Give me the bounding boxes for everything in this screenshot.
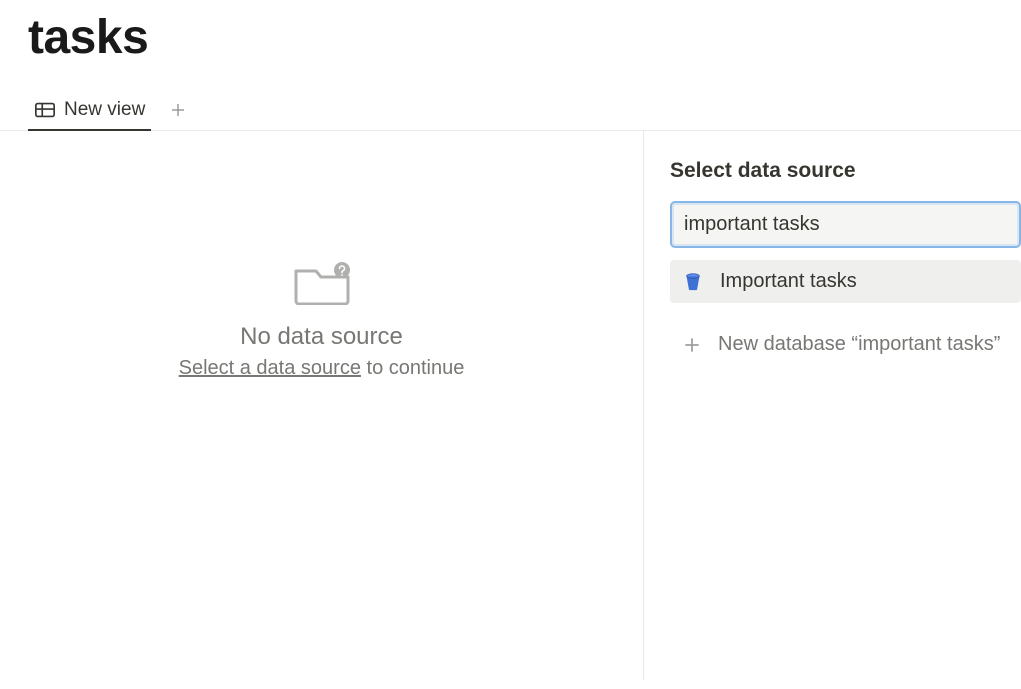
bucket-icon xyxy=(682,271,704,293)
data-source-panel: Select data source Important tasks xyxy=(644,131,1021,680)
side-panel-title: Select data source xyxy=(670,159,1021,183)
search-input[interactable] xyxy=(674,205,1017,244)
table-icon xyxy=(34,99,56,121)
empty-state-title: No data source xyxy=(240,323,403,351)
search-input-wrap xyxy=(670,201,1021,248)
view-tabs: New view xyxy=(0,65,1021,131)
new-database-label: New database “important tasks” xyxy=(718,333,1000,356)
result-important-tasks[interactable]: Important tasks xyxy=(670,260,1021,303)
tab-new-view[interactable]: New view xyxy=(28,95,151,131)
empty-state-subtitle: Select a data source to continue xyxy=(179,357,465,380)
empty-state-trailing: to continue xyxy=(361,357,464,379)
content-area: No data source Select a data source to c… xyxy=(0,131,1021,680)
tab-label: New view xyxy=(64,99,145,121)
add-view-button[interactable] xyxy=(169,101,187,125)
main-panel: No data source Select a data source to c… xyxy=(0,131,644,680)
select-data-source-link[interactable]: Select a data source xyxy=(179,357,361,379)
result-label: Important tasks xyxy=(720,270,857,293)
new-database-button[interactable]: New database “important tasks” xyxy=(670,323,1021,366)
folder-question-icon xyxy=(292,261,352,305)
page-title: tasks xyxy=(0,0,1021,65)
plus-icon xyxy=(682,335,702,355)
